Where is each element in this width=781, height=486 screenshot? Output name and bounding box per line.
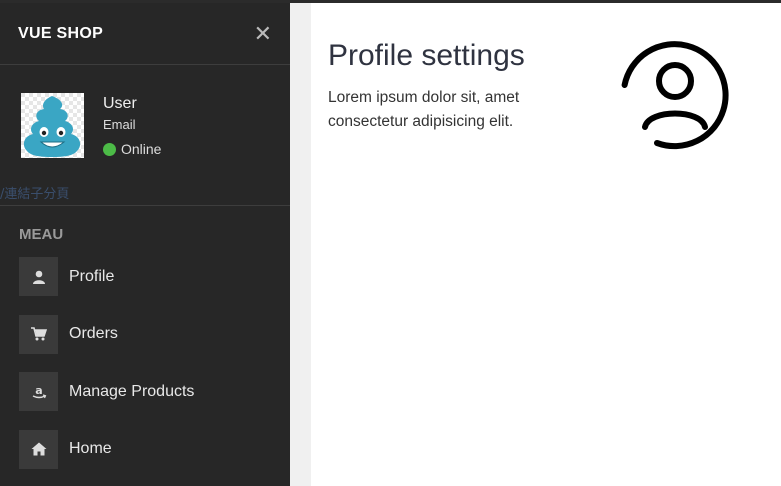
sidebar-item-label: Manage Products	[69, 382, 195, 400]
sidebar-item-label: Profile	[69, 267, 115, 285]
home-icon	[19, 429, 58, 469]
user-name: User	[103, 95, 137, 112]
user-panel: User Email Online /連結子分頁	[0, 65, 290, 206]
main-content: Profile settings Lorem ipsum dolor sit, …	[311, 3, 781, 486]
user-circle-icon	[617, 37, 733, 158]
page-description: Lorem ipsum dolor sit, amet consectetur …	[328, 89, 520, 130]
sidebar-item-manage-products[interactable]: a Manage Products	[0, 372, 290, 411]
user-status-label: Online	[121, 141, 162, 157]
cart-icon	[19, 314, 58, 354]
user-email: Email	[103, 117, 136, 132]
sidebar-menu: Profile Orders a Manage Products Home	[0, 257, 290, 469]
sidebar: VUE SHOP ✕ User Email Online /連結子分頁 MEAU…	[0, 3, 290, 486]
user-info: User Email Online	[103, 95, 161, 157]
sidebar-item-home[interactable]: Home	[0, 429, 290, 469]
user-icon	[19, 257, 58, 296]
broken-link-text[interactable]: /連結子分頁	[0, 183, 69, 202]
close-icon[interactable]: ✕	[254, 22, 272, 45]
brand-title: VUE SHOP	[18, 24, 104, 42]
sidebar-header: VUE SHOP ✕	[0, 3, 290, 65]
poop-avatar-icon	[21, 93, 84, 158]
sidebar-item-profile[interactable]: Profile	[0, 257, 290, 296]
amazon-icon: a	[19, 372, 58, 411]
online-status-dot	[103, 142, 116, 156]
user-status: Online	[103, 141, 161, 157]
menu-title: MEAU	[19, 226, 64, 243]
sidebar-item-label: Orders	[69, 325, 118, 342]
page-title: Profile settings	[328, 39, 525, 72]
sidebar-item-label: Home	[69, 440, 112, 457]
sidebar-item-orders[interactable]: Orders	[0, 314, 290, 354]
svg-text:a: a	[35, 384, 42, 397]
avatar	[21, 93, 84, 158]
